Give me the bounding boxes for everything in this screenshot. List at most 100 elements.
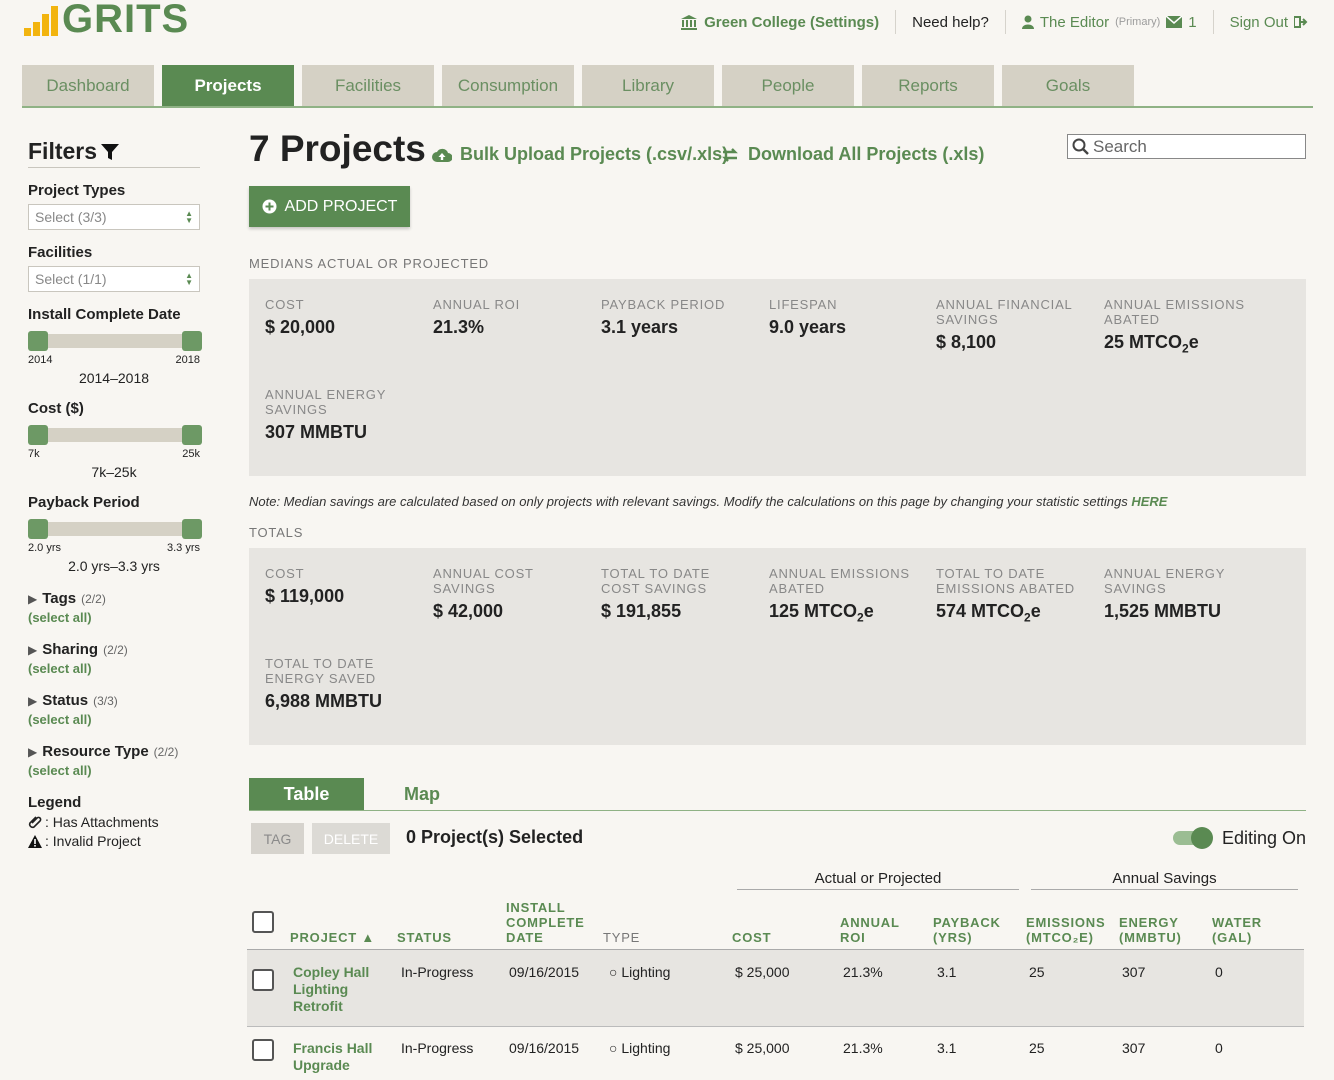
tab-reports[interactable]: Reports [862, 65, 994, 106]
table-row: Copley Hall Lighting Retrofit In-Progres… [247, 950, 1304, 1026]
legend-title: Legend [28, 794, 82, 811]
slider-handle-max[interactable] [182, 519, 202, 539]
tab-dashboard[interactable]: Dashboard [22, 65, 154, 106]
col-install-date[interactable]: INSTALL COMPLETE DATE [506, 900, 586, 945]
slider-handle-max[interactable] [182, 425, 202, 445]
tab-facilities[interactable]: Facilities [302, 65, 434, 106]
project-types-select[interactable]: Select (3/3) ▲ ▼ [28, 204, 200, 230]
slider-track [38, 522, 190, 536]
row-checkbox[interactable] [252, 969, 274, 991]
tab-goals[interactable]: Goals [1002, 65, 1134, 106]
download-all-link[interactable]: Download All Projects (.xls) [720, 144, 984, 165]
col-payback[interactable]: PAYBACK (YRS) [933, 915, 1013, 945]
status-select-all[interactable]: (select all) [28, 712, 200, 727]
stat-value: $ 191,855 [601, 601, 682, 621]
resource-type-select-all[interactable]: (select all) [28, 763, 200, 778]
stat-value: 21.3% [433, 317, 485, 337]
slider-handle-min[interactable] [28, 331, 48, 351]
help-link[interactable]: Need help? [896, 10, 1006, 34]
add-project-label: ADD PROJECT [284, 197, 398, 215]
grits-logo[interactable]: GRITS [24, 0, 190, 41]
legend-attachments-label: : Has Attachments [45, 814, 159, 830]
sharing-select-all[interactable]: (select all) [28, 661, 200, 676]
search-input[interactable] [1093, 136, 1293, 157]
user-role: (Primary) [1115, 16, 1161, 28]
tab-people[interactable]: People [722, 65, 854, 106]
tab-projects[interactable]: Projects [162, 65, 294, 106]
project-name-link[interactable]: Francis Hall Upgrade [293, 1040, 383, 1074]
slider-handle-min[interactable] [28, 519, 48, 539]
stat-value-main: 25 MTCO [1104, 332, 1183, 352]
median-annual-roi: Annual ROI 21.3% [433, 297, 583, 338]
sharing-filter-toggle[interactable]: ▶ Sharing (2/2) [28, 641, 200, 658]
logo-text: GRITS [62, 0, 190, 41]
row-water: 0 [1215, 1040, 1223, 1056]
median-lifespan: Lifespan 9.0 years [769, 297, 919, 338]
tab-consumption[interactable]: Consumption [442, 65, 574, 106]
cost-ticks: 7k 25k [28, 448, 200, 460]
bulk-upload-link[interactable]: Bulk Upload Projects (.csv/.xls) [432, 144, 728, 165]
select-all-checkbox[interactable] [252, 911, 274, 933]
tag-button[interactable]: TAG [251, 823, 304, 854]
project-name-link[interactable]: Copley Hall Lighting Retrofit [293, 964, 383, 1015]
add-project-button[interactable]: ADD PROJECT [249, 186, 410, 227]
row-type: ○ Lighting [609, 964, 670, 980]
install-date-ticks: 2014 2018 [28, 354, 200, 366]
stat-label: Cost [265, 566, 305, 581]
statistic-settings-link[interactable]: HERE [1131, 494, 1167, 509]
col-energy[interactable]: ENERGY (MMBTU) [1119, 915, 1199, 945]
col-emissions[interactable]: EMISSIONS (MTCO₂E) [1026, 915, 1110, 945]
facilities-value: Select (1/1) [35, 271, 107, 287]
exchange-icon [722, 147, 738, 162]
row-energy: 307 [1122, 1040, 1146, 1056]
sign-out-link[interactable]: Sign Out [1214, 10, 1308, 34]
row-status: In-Progress [401, 964, 474, 980]
envelope-icon[interactable] [1166, 16, 1183, 28]
resource-type-filter-toggle[interactable]: ▶ Resource Type (2/2) [28, 743, 200, 760]
user-icon [1021, 15, 1034, 29]
payback-ticks: 2.0 yrs 3.3 yrs [28, 542, 200, 554]
user-menu[interactable]: The Editor (Primary) 1 [1006, 10, 1214, 34]
col-cost[interactable]: COST [732, 930, 771, 945]
status-filter-toggle[interactable]: ▶ Status (3/3) [28, 692, 200, 709]
message-count[interactable]: 1 [1188, 14, 1196, 31]
tags-filter-toggle[interactable]: ▶ Tags (2/2) [28, 590, 200, 607]
tags-select-all[interactable]: (select all) [28, 610, 200, 625]
stat-value-sub: 2 [857, 610, 864, 625]
col-project[interactable]: PROJECT ▲ [290, 930, 375, 945]
caret-right-icon: ▶ [28, 591, 38, 606]
stat-label: Total to Date Energy Saved [265, 656, 376, 686]
col-status[interactable]: STATUS [397, 930, 452, 945]
row-checkbox[interactable] [252, 1039, 274, 1061]
editing-toggle[interactable] [1173, 827, 1213, 849]
stat-value: 6,988 MMBTU [265, 691, 383, 711]
stat-value: 3.1 years [601, 317, 679, 337]
slider-handle-max[interactable] [182, 331, 202, 351]
tick-max: 25k [182, 448, 200, 460]
col-water[interactable]: WATER (GAL) [1212, 915, 1282, 945]
view-tab-map[interactable]: Map [404, 784, 440, 805]
lighting-icon: ○ [609, 1040, 618, 1056]
sign-out-label: Sign Out [1229, 13, 1288, 31]
median-cost: Cost $ 20,000 [265, 297, 415, 338]
project-types-label: Project Types [28, 182, 126, 199]
median-note: Note: Median savings are calculated base… [249, 494, 1167, 509]
median-payback: Payback Period 3.1 years [601, 297, 751, 338]
row-cost: $ 25,000 [735, 1040, 790, 1056]
row-water: 0 [1215, 964, 1223, 980]
payback-label: Payback Period [28, 494, 140, 511]
col-annual-roi[interactable]: ANNUAL ROI [840, 915, 910, 945]
slider-handle-min[interactable] [28, 425, 48, 445]
filters-sidebar: Filters Project Types Select (3/3) ▲ ▼ Fa… [28, 138, 202, 849]
tab-library[interactable]: Library [582, 65, 714, 106]
delete-button[interactable]: DELETE [312, 823, 390, 854]
cloud-upload-icon [432, 148, 452, 162]
view-tab-table[interactable]: Table [249, 778, 364, 811]
resource-type-count: (2/2) [153, 744, 179, 759]
row-type-label: Lighting [621, 964, 671, 980]
row-status: In-Progress [401, 1040, 474, 1056]
facilities-select[interactable]: Select (1/1) ▲ ▼ [28, 266, 200, 292]
slider-track [38, 334, 190, 348]
org-settings-link[interactable]: Green College (Settings) [664, 10, 897, 34]
cost-slider [28, 425, 202, 445]
